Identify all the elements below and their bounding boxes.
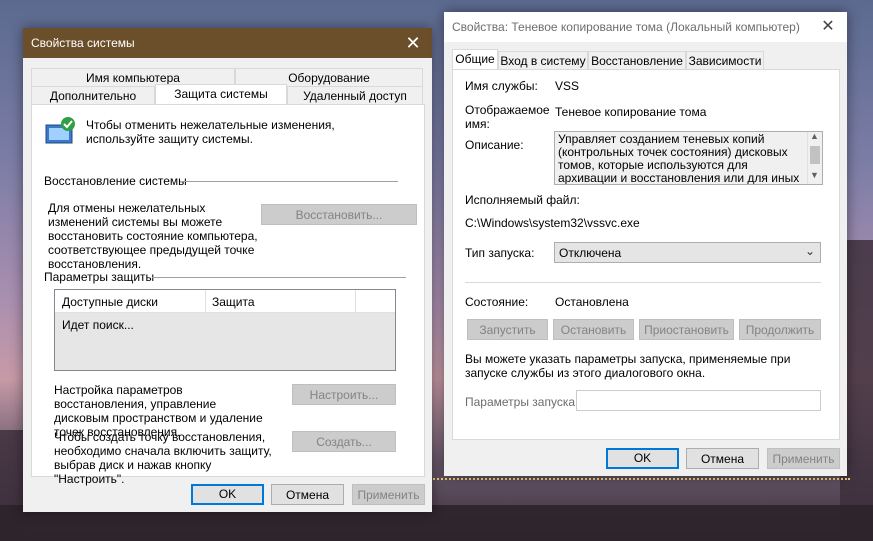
params-input[interactable] <box>576 390 821 411</box>
service-properties-window: Свойства: Теневое копирование тома (Лока… <box>444 12 847 476</box>
resume-button[interactable]: Продолжить <box>739 319 821 340</box>
display-name-label: Отображаемое <box>465 103 550 117</box>
column-divider <box>355 290 356 312</box>
window-title: Свойства системы <box>31 36 135 50</box>
stop-button[interactable]: Остановить <box>553 319 634 340</box>
configure-button[interactable]: Настроить... <box>292 384 396 405</box>
tab-remote-access[interactable]: Удаленный доступ <box>287 86 423 104</box>
service-name-value: VSS <box>555 79 580 93</box>
close-icon[interactable]: ✕ <box>400 31 426 55</box>
scroll-thumb[interactable] <box>810 146 820 164</box>
description-text: Управляет созданием теневых копий (контр… <box>558 132 800 185</box>
pause-button[interactable]: Приостановить <box>639 319 734 340</box>
protection-group-divider <box>152 277 406 278</box>
column-protection[interactable]: Защита <box>212 295 255 309</box>
system-protection-icon <box>45 117 75 144</box>
startup-type-value: Отключена <box>559 246 622 260</box>
create-description: Чтобы создать точку восстановления, необ… <box>54 430 272 486</box>
chevron-down-icon: ⌄ <box>804 244 815 258</box>
description-label: Описание: <box>465 138 524 152</box>
description-box[interactable]: Управляет созданием теневых копий (контр… <box>554 131 823 185</box>
exe-path: C:\Windows\system32\vssvc.exe <box>465 216 640 230</box>
apply-button[interactable]: Применить <box>767 448 840 469</box>
scroll-up-icon[interactable]: ▲ <box>810 132 819 141</box>
start-button[interactable]: Запустить <box>467 319 548 340</box>
window-title: Свойства: Теневое копирование тома (Лока… <box>452 20 800 34</box>
section-divider <box>465 282 821 283</box>
status-value: Остановлена <box>555 295 629 309</box>
drives-table[interactable]: Доступные диски Защита Идет поиск... <box>54 289 396 371</box>
system-protection-panel: Чтобы отменить нежелательные изменения, … <box>31 104 425 486</box>
drives-table-header: Доступные диски Защита <box>55 290 395 313</box>
close-icon[interactable]: ✕ <box>815 15 841 39</box>
display-name-label-line2: имя: <box>465 117 490 131</box>
tab-dependencies[interactable]: Зависимости <box>686 51 764 69</box>
protection-group-label: Параметры защиты <box>44 270 155 284</box>
scroll-down-icon[interactable]: ▼ <box>810 170 819 180</box>
service-properties-titlebar[interactable]: Свойства: Теневое копирование тома (Лока… <box>444 12 847 42</box>
background-lights <box>430 478 850 480</box>
tab-recovery[interactable]: Восстановление <box>588 51 686 69</box>
general-panel: Имя службы: VSS Отображаемое имя: Тенево… <box>452 69 840 440</box>
params-label: Параметры запуска: <box>465 395 579 409</box>
system-properties-window: Свойства системы ✕ Имя компьютера Оборуд… <box>23 28 432 512</box>
apply-button[interactable]: Применить <box>352 484 425 505</box>
startup-type-label: Тип запуска: <box>465 246 535 260</box>
tab-advanced[interactable]: Дополнительно <box>31 86 155 104</box>
restore-group-divider <box>180 181 398 182</box>
service-name-label: Имя службы: <box>465 79 538 93</box>
status-label: Состояние: <box>465 295 529 309</box>
tab-system-protection[interactable]: Защита системы <box>155 84 287 104</box>
cancel-button[interactable]: Отмена <box>686 448 759 469</box>
tab-log-on[interactable]: Вход в систему <box>498 51 588 69</box>
intro-text: Чтобы отменить нежелательные изменения, … <box>86 118 335 146</box>
system-properties-titlebar[interactable]: Свойства системы ✕ <box>23 28 432 58</box>
tab-general[interactable]: Общие <box>452 49 498 69</box>
restore-description: Для отмены нежелательных изменений систе… <box>48 201 258 271</box>
restore-group-label: Восстановление системы <box>44 174 187 188</box>
create-button[interactable]: Создать... <box>292 431 396 452</box>
cancel-button[interactable]: Отмена <box>271 484 344 505</box>
ok-button[interactable]: OK <box>191 484 264 505</box>
column-available-drives[interactable]: Доступные диски <box>62 295 158 309</box>
startup-type-select[interactable]: Отключена ⌄ <box>554 242 821 263</box>
column-divider <box>205 290 206 312</box>
restore-button[interactable]: Восстановить... <box>261 204 417 225</box>
description-scrollbar[interactable]: ▲ ▼ <box>807 132 822 184</box>
display-name-value: Теневое копирование тома <box>555 105 707 119</box>
exe-label: Исполняемый файл: <box>465 193 580 207</box>
ok-button[interactable]: OK <box>606 448 679 469</box>
params-hint: Вы можете указать параметры запуска, при… <box>465 352 791 380</box>
table-status-text: Идет поиск... <box>62 318 134 332</box>
